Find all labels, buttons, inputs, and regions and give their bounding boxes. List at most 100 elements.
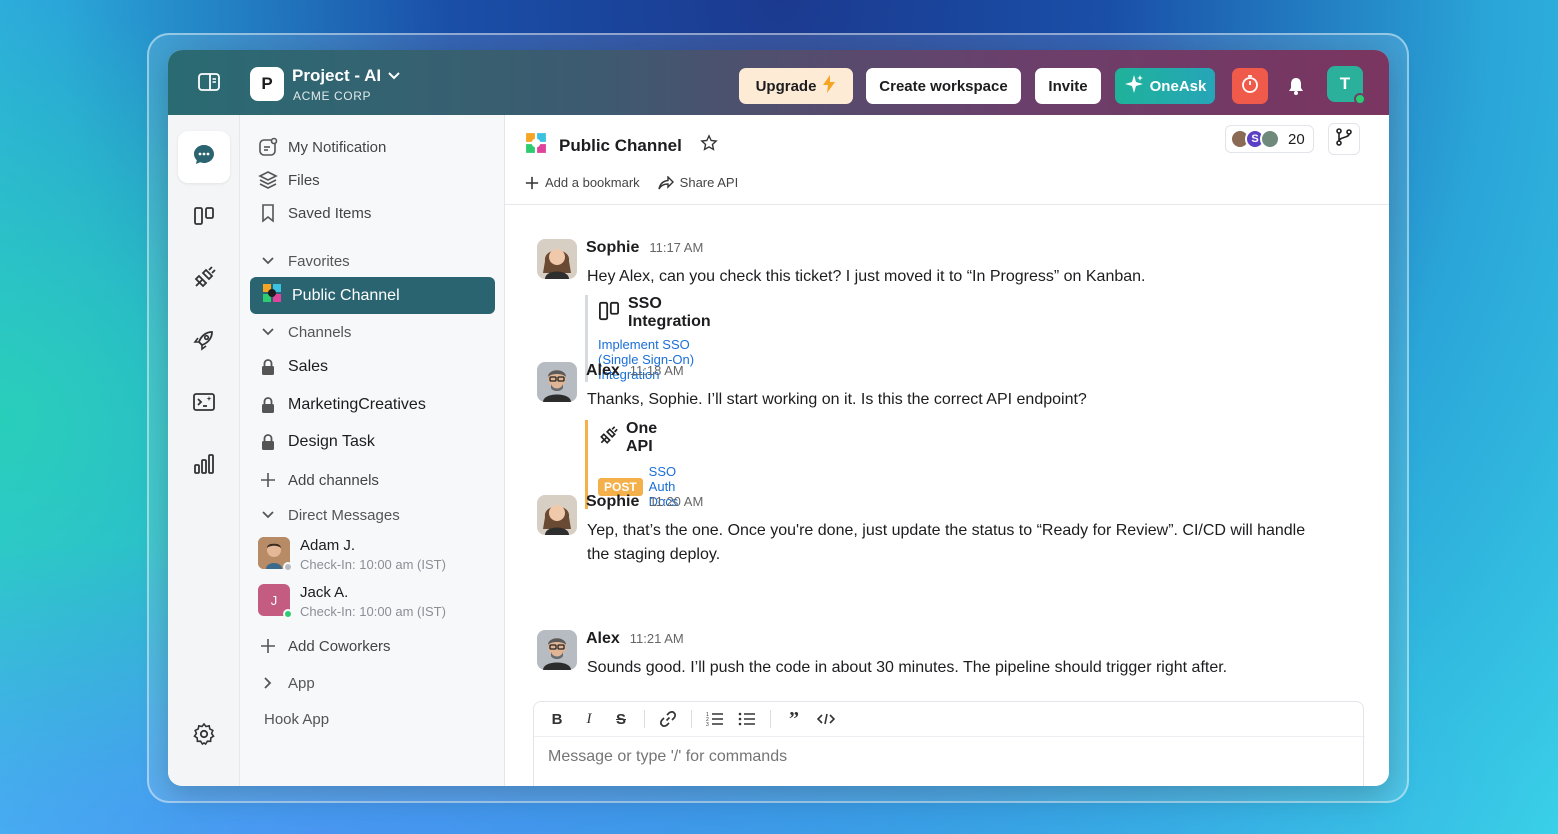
oneask-button[interactable]: OneAsk [1115, 68, 1215, 104]
strikethrough-icon[interactable]: S [612, 710, 630, 728]
workspace-switcher[interactable]: Project - AI [292, 66, 401, 86]
message-header: Sophie 11:20 AM [586, 493, 704, 510]
channel-sidebar: My Notification Files Saved Items Favori… [240, 115, 505, 786]
user-avatar[interactable]: T [1327, 66, 1366, 105]
status-dot [283, 562, 293, 572]
card-title: SSO Integration [628, 295, 711, 330]
channel-header: Public Channel Add a bookmark Share API … [505, 115, 1389, 205]
share-api-button[interactable]: Share API [657, 175, 738, 190]
status-dot [283, 609, 293, 619]
git-branch-icon [1335, 127, 1353, 151]
bullet-list-icon[interactable] [738, 710, 756, 728]
sidebar-item-design-task[interactable]: Design Task [258, 432, 375, 452]
message-text: Sounds good. I’ll push the code in about… [587, 659, 1228, 676]
upgrade-button[interactable]: Upgrade [739, 68, 853, 104]
formatting-toolbar: B I S 123 ” [534, 702, 1365, 737]
avatar [537, 495, 577, 535]
plus-icon [258, 636, 278, 656]
online-status-dot [1354, 93, 1366, 105]
bookmark-icon [258, 203, 278, 223]
message-header: Alex 11:18 AM [586, 362, 684, 379]
app-rail [168, 115, 240, 786]
page-title: Public Channel [559, 135, 682, 155]
avatar [1260, 129, 1280, 149]
chat-bubble-icon [192, 143, 216, 172]
lock-icon [258, 395, 278, 415]
rail-kanban[interactable] [178, 192, 230, 244]
sidebar-item-files[interactable]: Files [258, 170, 320, 190]
channel-main: Public Channel Add a bookmark Share API … [505, 115, 1389, 786]
dm-item-jack[interactable]: J Jack A. Check-In: 10:00 am (IST) [258, 584, 446, 619]
create-workspace-button[interactable]: Create workspace [866, 68, 1021, 104]
avatar [537, 239, 577, 279]
sidebar-item-notifications[interactable]: My Notification [258, 137, 386, 157]
workspace-org: ACME CORP [293, 89, 372, 103]
kanban-icon [192, 204, 216, 233]
bold-icon[interactable]: B [548, 710, 566, 728]
lock-icon [258, 357, 278, 377]
timer-button[interactable] [1232, 68, 1268, 104]
bar-chart-icon [192, 452, 216, 481]
sidebar-item-marketing[interactable]: MarketingCreatives [258, 395, 426, 415]
channels-section-toggle[interactable]: Channels [258, 322, 351, 342]
favorites-section-toggle[interactable]: Favorites [258, 251, 350, 271]
terminal-sparkle-icon [192, 390, 216, 419]
chevron-right-icon [258, 673, 278, 693]
member-avatars: S [1230, 129, 1280, 149]
gear-icon [192, 722, 216, 751]
message-text: Thanks, Sophie. I’ll start working on it… [587, 391, 1087, 408]
plug-icon [598, 425, 618, 451]
plus-icon [258, 470, 278, 490]
rail-deploy[interactable] [178, 316, 230, 368]
member-count: 20 [1288, 130, 1305, 148]
chevron-down-icon [258, 251, 278, 271]
ordered-list-icon[interactable]: 123 [706, 710, 724, 728]
add-channels-button[interactable]: Add channels [258, 470, 379, 490]
dm-section-toggle[interactable]: Direct Messages [258, 505, 400, 525]
layers-icon [258, 170, 278, 190]
rocket-icon [192, 328, 216, 357]
quote-icon[interactable]: ” [785, 708, 803, 730]
avatar: J [258, 584, 293, 619]
app-window: P Project - AI ACME CORP Upgrade Create … [168, 50, 1389, 786]
chevron-down-icon [387, 66, 401, 86]
rail-chat[interactable] [178, 131, 230, 183]
sidebar-item-public-channel[interactable]: Public Channel [250, 277, 495, 314]
add-bookmark-button[interactable]: Add a bookmark [525, 175, 640, 190]
italic-icon[interactable]: I [580, 710, 598, 728]
sparkle-icon [1124, 74, 1144, 98]
app-section-toggle[interactable]: App [258, 673, 315, 693]
channel-logo-icon [262, 283, 282, 308]
bell-icon[interactable] [1286, 76, 1306, 96]
workspace-logo[interactable]: P [250, 67, 284, 101]
svg-text:3: 3 [706, 722, 709, 727]
rail-settings[interactable] [178, 710, 230, 762]
channel-logo-icon [525, 132, 547, 159]
avatar [537, 362, 577, 402]
invite-button[interactable]: Invite [1035, 68, 1101, 104]
share-icon [657, 175, 674, 190]
lightning-icon [822, 75, 836, 97]
kanban-icon [598, 301, 620, 326]
branch-button[interactable] [1328, 123, 1360, 155]
star-icon[interactable] [700, 134, 718, 157]
add-coworkers-button[interactable]: Add Coworkers [258, 636, 391, 656]
sidebar-toggle-icon[interactable] [198, 72, 220, 92]
link-icon[interactable] [659, 710, 677, 728]
message-input[interactable] [548, 748, 1308, 766]
top-bar: P Project - AI ACME CORP Upgrade Create … [168, 50, 1389, 115]
members-button[interactable]: S 20 [1225, 125, 1314, 153]
rail-analytics[interactable] [178, 440, 230, 492]
avatar [258, 537, 293, 572]
card-title: One API [626, 420, 658, 455]
message-text: Hey Alex, can you check this ticket? I j… [587, 268, 1146, 285]
sidebar-item-sales[interactable]: Sales [258, 357, 328, 377]
plug-icon [192, 265, 216, 295]
rail-terminal[interactable] [178, 378, 230, 430]
rail-api[interactable] [178, 254, 230, 306]
sidebar-item-hook-app[interactable]: Hook App [264, 711, 329, 728]
dm-item-adam[interactable]: Adam J. Check-In: 10:00 am (IST) [258, 537, 446, 572]
code-icon[interactable] [817, 710, 835, 728]
lock-icon [258, 432, 278, 452]
sidebar-item-saved[interactable]: Saved Items [258, 203, 371, 223]
